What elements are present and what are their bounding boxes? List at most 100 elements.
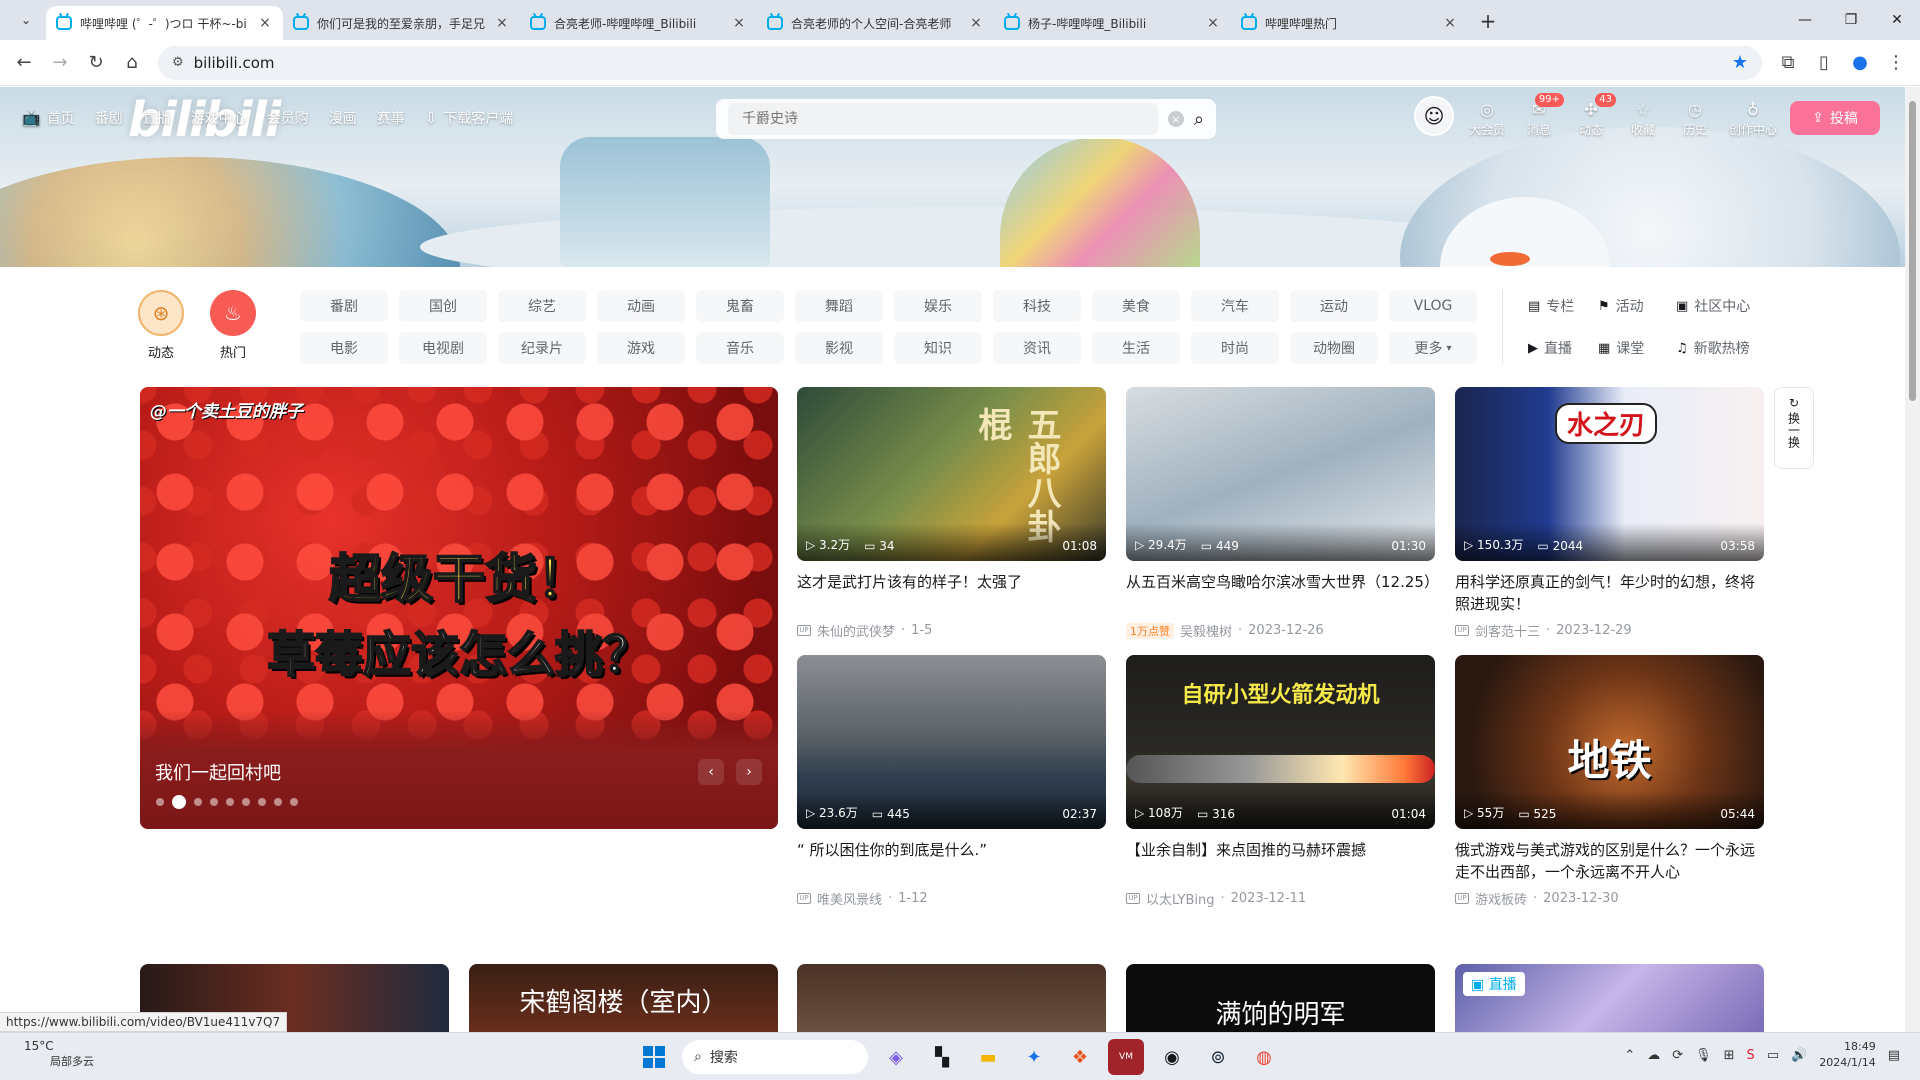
pager-dot[interactable] — [194, 798, 202, 806]
channel-item[interactable]: 综艺 — [498, 290, 586, 322]
channel-item[interactable]: 时尚 — [1191, 332, 1279, 364]
video-card[interactable]: ▷ 29.4万 ▭ 449 01:30 从五百米高空鸟瞰哈尔滨冰雪大世界（12.… — [1126, 387, 1435, 640]
file-explorer-icon[interactable]: ▬ — [970, 1039, 1006, 1075]
link-community[interactable]: ▣ 社区中心 — [1676, 290, 1776, 322]
browser-tab[interactable]: 哔哩哔哩 (゜-゜)つロ 干杯~-bi × — [46, 6, 283, 40]
nav-game-center[interactable]: 游戏中心 — [191, 108, 247, 128]
close-tab-icon[interactable]: × — [1442, 15, 1458, 31]
side-panel-icon[interactable]: ▯ — [1808, 47, 1840, 79]
pager-dot[interactable] — [274, 798, 282, 806]
video-title[interactable]: 【业余自制】来点固推的马赫环震撼 — [1126, 839, 1435, 883]
user-item-history[interactable]: ◷ 历史 — [1676, 96, 1714, 138]
channel-item[interactable]: 生活 — [1092, 332, 1180, 364]
video-card[interactable]: 自研小型火箭发动机 ▷ 108万 ▭ 316 01:04 【业余自制】来点固推的… — [1126, 655, 1435, 908]
video-thumbnail-partial[interactable] — [797, 964, 1106, 1034]
microphone-icon[interactable]: 🎙 — [1695, 1048, 1712, 1063]
video-thumbnail[interactable]: ▷ 23.6万 ▭ 445 02:37 — [797, 655, 1106, 829]
channel-item[interactable]: 知识 — [894, 332, 982, 364]
pager-dot[interactable] — [226, 798, 234, 806]
upload-button[interactable]: ⇪ 投稿 — [1790, 101, 1880, 135]
back-arrow-icon[interactable]: ← — [8, 47, 40, 79]
pager-dot[interactable] — [242, 798, 250, 806]
video-thumbnail[interactable]: 地铁 ▷ 55万 ▭ 525 05:44 — [1455, 655, 1764, 829]
hero-carousel[interactable]: @一个卖土豆的胖子 超级干货！ 草莓应该怎么挑？ 我们一起回村吧 ‹ › — [140, 387, 778, 829]
browser-tab[interactable]: 你们可是我的至爱亲朋，手足兄 × — [283, 6, 520, 40]
link-live[interactable]: ▶ 直播 — [1528, 332, 1598, 364]
channel-item[interactable]: 纪录片 — [498, 332, 586, 364]
video-author[interactable]: 游戏板砖 — [1475, 889, 1527, 908]
app-icon[interactable]: ◉ — [1154, 1039, 1190, 1075]
video-author[interactable]: 唯美风景线 — [817, 889, 882, 908]
video-card[interactable]: 五郎八卦棍 ▷ 3.2万 ▭ 34 01:08 这才是武打片该有的样子！太强了 … — [797, 387, 1106, 640]
display-icon[interactable]: ▭ — [1767, 1048, 1779, 1063]
video-author[interactable]: 吴毅槐树 — [1180, 621, 1232, 640]
video-thumbnail-partial[interactable]: 宋鹤阁楼（室内） — [469, 964, 778, 1034]
clock[interactable]: 18:49 2024/1/14 — [1819, 1039, 1875, 1071]
menu-kebab-icon[interactable]: ⋮ — [1880, 47, 1912, 79]
video-author[interactable]: 剑客范十三 — [1475, 621, 1540, 640]
channel-more-dropdown[interactable]: 更多 ▾ — [1389, 332, 1477, 364]
link-new-songs[interactable]: ♫ 新歌热榜 — [1676, 332, 1776, 364]
forward-arrow-icon[interactable]: → — [44, 47, 76, 79]
close-tab-icon[interactable]: × — [968, 15, 984, 31]
video-title[interactable]: 从五百米高空鸟瞰哈尔滨冰雪大世界（12.25） — [1126, 571, 1435, 615]
pager-dot[interactable] — [210, 798, 218, 806]
video-card[interactable]: 水之刃 ▷ 150.3万 ▭ 2044 03:58 用科学还原真正的剑气！年少时… — [1455, 387, 1764, 640]
channel-item[interactable]: 动画 — [597, 290, 685, 322]
video-thumbnail-partial[interactable]: 满饷的明军 — [1126, 964, 1435, 1034]
taskbar-search[interactable]: ⌕ 搜索 — [682, 1040, 868, 1074]
restore-icon[interactable]: ❐ — [1828, 0, 1874, 40]
channel-item[interactable]: 鬼畜 — [696, 290, 784, 322]
close-window-icon[interactable]: ✕ — [1874, 0, 1920, 40]
channel-item[interactable]: 番剧 — [300, 290, 388, 322]
close-tab-icon[interactable]: × — [494, 15, 510, 31]
nav-esports[interactable]: 赛事 — [377, 108, 405, 128]
quick-dynamic[interactable]: ⊛ 动态 — [138, 290, 184, 361]
browser-tab[interactable]: 合亮老师-哔哩哔哩_Bilibili × — [520, 6, 757, 40]
profile-icon[interactable]: ● — [1844, 47, 1876, 79]
live-thumbnail-partial[interactable]: ▣ 直播 — [1455, 964, 1764, 1034]
video-thumbnail[interactable]: ▷ 29.4万 ▭ 449 01:30 — [1126, 387, 1435, 561]
extensions-icon[interactable]: ⧉ — [1772, 47, 1804, 79]
voicemeeter-icon[interactable]: VM — [1108, 1039, 1144, 1075]
video-card[interactable]: 地铁 ▷ 55万 ▭ 525 05:44 俄式游戏与美式游戏的区别是什么？一个永… — [1455, 655, 1764, 908]
prev-arrow-icon[interactable]: ‹ — [698, 759, 724, 785]
scrollbar-thumb[interactable] — [1909, 101, 1916, 401]
user-item-vip[interactable]: ◎ 大会员 — [1468, 96, 1506, 138]
speaker-icon[interactable]: 🔊 — [1791, 1048, 1807, 1063]
user-item-dynamic[interactable]: ✣ 43 动态 — [1572, 93, 1616, 138]
channel-item[interactable]: 美食 — [1092, 290, 1180, 322]
next-arrow-icon[interactable]: › — [736, 759, 762, 785]
link-course[interactable]: ▦ 课堂 — [1598, 332, 1676, 364]
browser-tab[interactable]: 合亮老师的个人空间-合亮老师 × — [757, 6, 994, 40]
browser-tab[interactable]: 杨子-哔哩哔哩_Bilibili × — [994, 6, 1231, 40]
home-icon[interactable]: ⌂ — [116, 47, 148, 79]
channel-item[interactable]: 娱乐 — [894, 290, 982, 322]
video-author[interactable]: 以太LYBing — [1146, 889, 1214, 908]
new-tab-button[interactable]: + — [1474, 8, 1502, 36]
channel-item[interactable]: 运动 — [1290, 290, 1378, 322]
channel-item[interactable]: 资讯 — [993, 332, 1081, 364]
cloud-icon[interactable]: ☁ — [1647, 1048, 1660, 1063]
nav-mall[interactable]: 会员购 — [267, 108, 309, 128]
channel-item[interactable]: 动物圈 — [1290, 332, 1378, 364]
pager-dot[interactable] — [290, 798, 298, 806]
app-icon[interactable]: ❖ — [1062, 1039, 1098, 1075]
tab-search-icon[interactable]: ⌄ — [12, 6, 40, 34]
video-thumbnail[interactable]: 五郎八卦棍 ▷ 3.2万 ▭ 34 01:08 — [797, 387, 1106, 561]
video-card[interactable]: ▷ 23.6万 ▭ 445 02:37 “ 所以困住你的到底是什么.” UP 唯… — [797, 655, 1106, 908]
chrome-icon[interactable]: ◍ — [1246, 1039, 1282, 1075]
clear-search-icon[interactable]: × — [1167, 111, 1184, 127]
video-author[interactable]: 朱仙的武侠梦 — [817, 621, 895, 640]
channel-item[interactable]: 电视剧 — [399, 332, 487, 364]
app-tray-icon[interactable]: S — [1747, 1048, 1755, 1063]
pager-dot[interactable] — [156, 798, 164, 806]
link-activity[interactable]: ⚑ 活动 — [1598, 290, 1676, 322]
user-item-messages[interactable]: ✉ 99+ 消息 — [1520, 93, 1564, 138]
start-button[interactable] — [636, 1039, 672, 1075]
close-tab-icon[interactable]: × — [731, 15, 747, 31]
pager-dot[interactable] — [258, 798, 266, 806]
channel-item[interactable]: 电影 — [300, 332, 388, 364]
video-title[interactable]: 用科学还原真正的剑气！年少时的幻想，终将照进现实！ — [1455, 571, 1764, 615]
close-tab-icon[interactable]: × — [257, 15, 273, 31]
